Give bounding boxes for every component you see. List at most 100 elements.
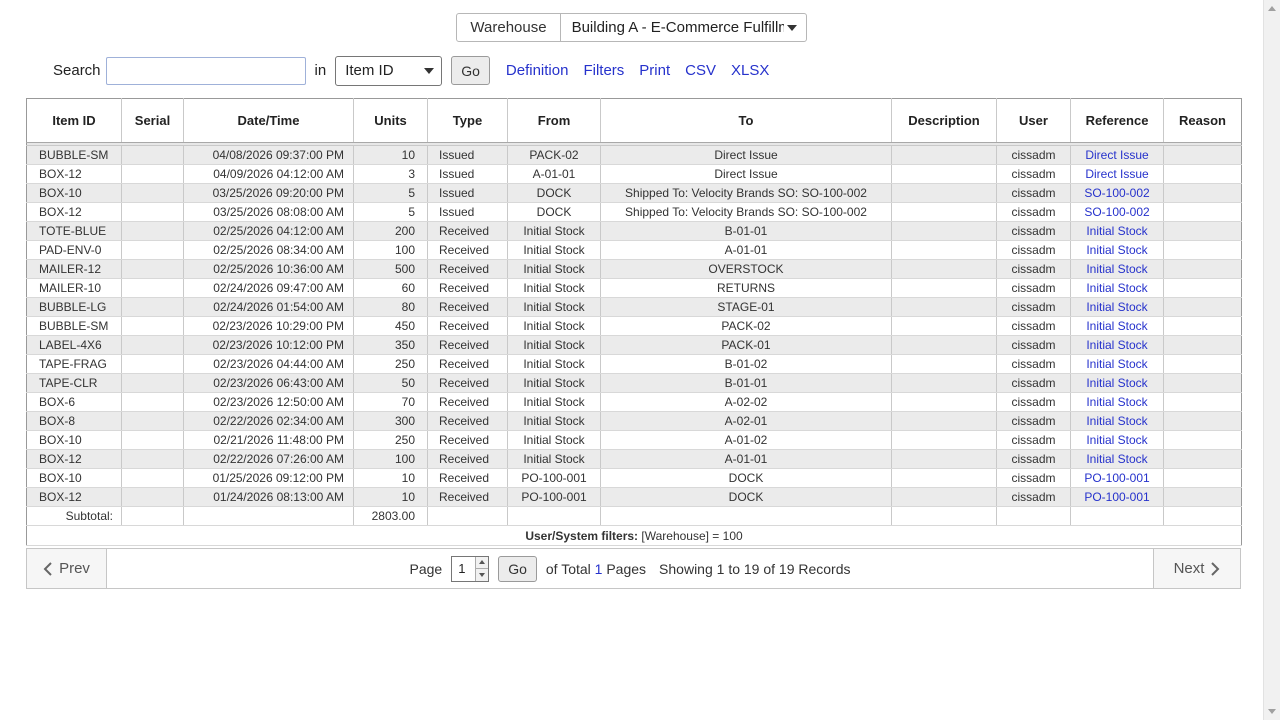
reference-link[interactable]: Initial Stock (1086, 395, 1147, 409)
reference-link[interactable]: Initial Stock (1086, 262, 1147, 276)
cell-user: cissadm (997, 146, 1071, 165)
reference-link[interactable]: Initial Stock (1086, 414, 1147, 428)
table-row: TOTE-BLUE02/25/2026 04:12:00 AM200Receiv… (27, 222, 1242, 241)
column-header-ref[interactable]: Reference (1071, 99, 1164, 143)
reference-link[interactable]: Initial Stock (1086, 281, 1147, 295)
column-header-serial[interactable]: Serial (122, 99, 184, 143)
search-field-value: Item ID (345, 62, 393, 79)
scrollbar-up-button[interactable] (1264, 0, 1280, 17)
next-page-button[interactable]: Next (1153, 549, 1240, 588)
reference-link[interactable]: Direct Issue (1085, 148, 1148, 162)
reference-link[interactable]: PO-100-001 (1084, 490, 1149, 504)
search-field-select[interactable]: Item ID (335, 56, 442, 86)
cell-desc (892, 279, 997, 298)
cell-from: Initial Stock (508, 336, 601, 355)
cell-datetime: 02/25/2026 08:34:00 AM (184, 241, 354, 260)
table-row: PAD-ENV-002/25/2026 08:34:00 AM100Receiv… (27, 241, 1242, 260)
definition-link[interactable]: Definition (506, 62, 569, 79)
reference-link[interactable]: Initial Stock (1086, 357, 1147, 371)
reference-link[interactable]: SO-100-002 (1084, 186, 1149, 200)
scrollbar[interactable] (1263, 0, 1280, 720)
column-header-reason[interactable]: Reason (1164, 99, 1242, 143)
print-link[interactable]: Print (639, 62, 670, 79)
pagination-center: Page Go of Total 1 Pages Showing 1 to 19… (107, 549, 1153, 588)
reference-link[interactable]: Initial Stock (1086, 319, 1147, 333)
column-header-units[interactable]: Units (354, 99, 428, 143)
cell-serial (122, 184, 184, 203)
search-label: Search (53, 62, 101, 79)
cell-type: Received (428, 450, 508, 469)
warehouse-selector: Warehouse Building A - E-Commerce Fulfil… (456, 13, 806, 42)
cell-datetime: 02/23/2026 04:44:00 AM (184, 355, 354, 374)
column-header-type[interactable]: Type (428, 99, 508, 143)
cell-desc (892, 393, 997, 412)
cell-desc (892, 260, 997, 279)
table-row: BUBBLE-SM04/08/2026 09:37:00 PM10IssuedP… (27, 146, 1242, 165)
reference-link[interactable]: Initial Stock (1086, 452, 1147, 466)
column-header-from[interactable]: From (508, 99, 601, 143)
table-row: TAPE-FRAG02/23/2026 04:44:00 AM250Receiv… (27, 355, 1242, 374)
cell-from: Initial Stock (508, 450, 601, 469)
page-number-field[interactable] (452, 557, 475, 581)
cell-type: Received (428, 412, 508, 431)
cell-units: 5 (354, 184, 428, 203)
cell-serial (122, 222, 184, 241)
prev-page-button[interactable]: Prev (27, 549, 107, 588)
xlsx-link[interactable]: XLSX (731, 62, 769, 79)
column-header-item[interactable]: Item ID (27, 99, 122, 143)
reference-link[interactable]: SO-100-002 (1084, 205, 1149, 219)
reference-link[interactable]: Initial Stock (1086, 300, 1147, 314)
cell-type: Received (428, 374, 508, 393)
cell-datetime: 02/23/2026 06:43:00 AM (184, 374, 354, 393)
cell-serial (122, 431, 184, 450)
cell-type: Received (428, 393, 508, 412)
cell-units: 3 (354, 165, 428, 184)
spinner-down-button[interactable] (476, 569, 488, 581)
csv-link[interactable]: CSV (685, 62, 716, 79)
column-header-to[interactable]: To (601, 99, 892, 143)
reference-link[interactable]: Direct Issue (1085, 167, 1148, 181)
column-header-datetime[interactable]: Date/Time (184, 99, 354, 143)
cell-ref: Initial Stock (1071, 298, 1164, 317)
cell-serial (122, 203, 184, 222)
reference-link[interactable]: Initial Stock (1086, 433, 1147, 447)
page-go-button[interactable]: Go (498, 556, 537, 582)
search-go-button[interactable]: Go (451, 56, 490, 85)
reference-link[interactable]: Initial Stock (1086, 243, 1147, 257)
cell-from: Initial Stock (508, 222, 601, 241)
table-row: BOX-1001/25/2026 09:12:00 PM10ReceivedPO… (27, 469, 1242, 488)
search-input[interactable] (106, 57, 306, 85)
cell-desc (892, 355, 997, 374)
reference-link[interactable]: Initial Stock (1086, 376, 1147, 390)
cell-reason (1164, 279, 1242, 298)
cell-units: 100 (354, 241, 428, 260)
cell-serial (122, 317, 184, 336)
total-pages-link[interactable]: 1 (595, 561, 603, 577)
cell-item: BOX-8 (27, 412, 122, 431)
cell-user: cissadm (997, 488, 1071, 507)
cell-reason (1164, 469, 1242, 488)
column-header-desc[interactable]: Description (892, 99, 997, 143)
reference-link[interactable]: Initial Stock (1086, 224, 1147, 238)
reference-link[interactable]: PO-100-001 (1084, 471, 1149, 485)
warehouse-select[interactable]: Building A - E-Commerce Fulfillm (561, 14, 806, 41)
search-toolbar: Search in Item ID Go Definition Filters … (53, 55, 1263, 86)
scrollbar-down-button[interactable] (1264, 703, 1280, 720)
table-row: TAPE-CLR02/23/2026 06:43:00 AM50Received… (27, 374, 1242, 393)
cell-to: Shipped To: Velocity Brands SO: SO-100-0… (601, 184, 892, 203)
cell-user: cissadm (997, 165, 1071, 184)
cell-datetime: 02/23/2026 12:50:00 AM (184, 393, 354, 412)
cell-reason (1164, 450, 1242, 469)
column-header-user[interactable]: User (997, 99, 1071, 143)
cell-to: DOCK (601, 488, 892, 507)
table-row: BUBBLE-SM02/23/2026 10:29:00 PM450Receiv… (27, 317, 1242, 336)
warehouse-select-value: Building A - E-Commerce Fulfillm (572, 19, 784, 36)
spinner-up-button[interactable] (476, 557, 488, 570)
table-row: LABEL-4X602/23/2026 10:12:00 PM350Receiv… (27, 336, 1242, 355)
page-number-input[interactable] (451, 556, 489, 582)
table-row: MAILER-1202/25/2026 10:36:00 AM500Receiv… (27, 260, 1242, 279)
filters-link[interactable]: Filters (583, 62, 624, 79)
reference-link[interactable]: Initial Stock (1086, 338, 1147, 352)
cell-type: Received (428, 279, 508, 298)
cell-type: Received (428, 431, 508, 450)
